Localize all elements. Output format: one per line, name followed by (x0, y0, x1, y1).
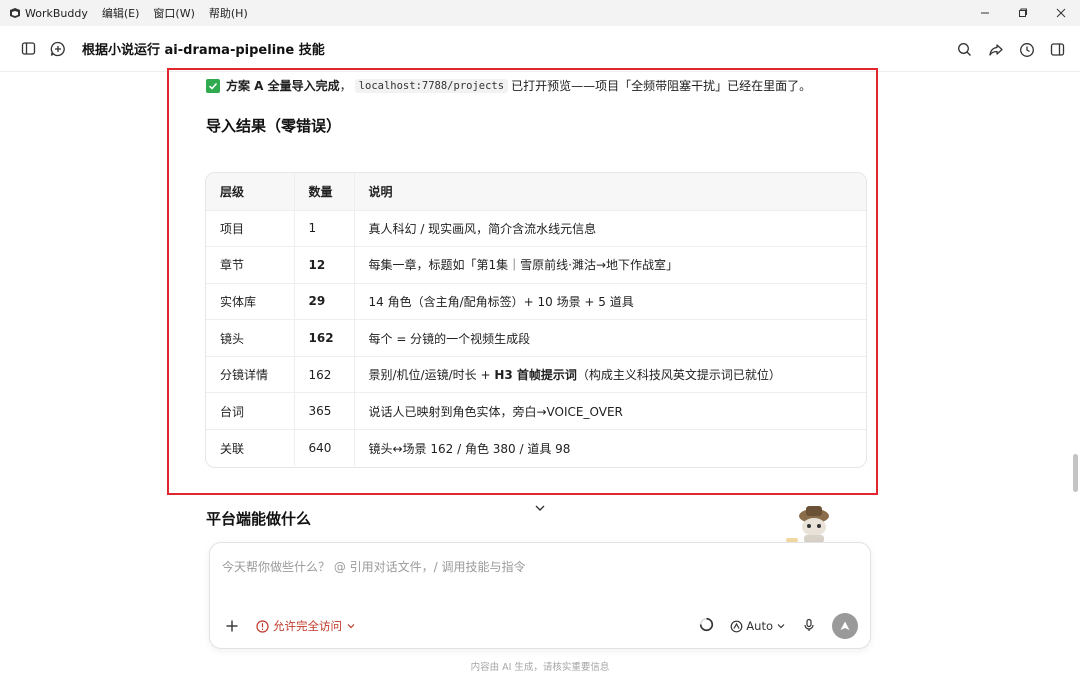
menu-bar: WorkBuddy 编辑(E) 窗口(W) 帮助(H) (0, 0, 1080, 26)
cell-level: 镜头 (206, 319, 295, 357)
mascot-image (782, 502, 842, 544)
cell-level: 关联 (206, 429, 295, 467)
checkmark-icon (206, 78, 220, 93)
cell-description: 每个 = 分镜的一个视频生成段 (354, 319, 866, 357)
plus-icon (226, 620, 238, 632)
model-icon (730, 620, 743, 632)
model-label: Auto (746, 619, 773, 633)
cell-count: 365 (294, 392, 355, 431)
status-message: 方案 A 全量导入完成 ， localhost:7788/projects 已打… (206, 77, 811, 94)
table-row: 章节 12 每集一章，标题如「第1集｜雪原前线·濉沽→地下作战室」 (206, 246, 866, 284)
spinner-icon (700, 617, 714, 631)
header: 根据小说运行 ai-drama-pipeline 技能 (0, 26, 1080, 72)
chevron-down-icon (347, 624, 355, 629)
cell-description-part: 景别/机位/运镜/时长 + (368, 368, 495, 383)
panel-toggle-button[interactable] (1049, 41, 1066, 58)
microphone-icon (804, 618, 814, 631)
model-selector[interactable]: Auto (730, 619, 786, 633)
status-comma: ， (339, 79, 352, 93)
table-header-row: 层级 数量 说明 (206, 173, 866, 211)
table-row: 关联 640 镜头↔场景 162 / 角色 380 / 道具 98 (206, 429, 866, 467)
chevron-down-icon (535, 505, 545, 511)
send-arrow-icon (840, 621, 850, 630)
message-composer[interactable]: 今天帮你做些什么？ @ 引用对话文件，/ 调用技能与指令 允许完全访问 Auto (209, 542, 871, 649)
preview-url[interactable]: localhost:7788/projects (354, 78, 509, 93)
cell-level: 章节 (206, 246, 295, 284)
full-access-label: 允许完全访问 (273, 619, 342, 633)
restore-button[interactable] (1004, 0, 1042, 26)
results-table: 层级 数量 说明 项目 1 真人科幻 / 现实画风，简介含流水线元信息 章节 1… (205, 172, 867, 468)
section-heading-results: 导入结果（零错误） (206, 117, 342, 135)
cell-description: 景别/机位/运镜/时长 + H3 首帧提示词（构成主义科技风英文提示词已就位） (354, 356, 866, 394)
app-name: WorkBuddy (25, 6, 88, 20)
voice-input-button[interactable] (802, 617, 816, 636)
chevron-down-icon (777, 624, 785, 629)
share-button[interactable] (987, 41, 1004, 58)
scroll-down-button[interactable] (533, 500, 547, 514)
warning-icon (256, 619, 269, 633)
cell-count: 162 (294, 319, 355, 357)
new-chat-icon (50, 41, 65, 56)
history-button[interactable] (1018, 41, 1035, 58)
page-title: 根据小说运行 ai-drama-pipeline 技能 (82, 43, 325, 58)
cell-description: 说话人已映射到角色实体，旁白→VOICE_OVER (354, 392, 866, 431)
cell-count: 162 (294, 356, 355, 394)
cell-level: 实体库 (206, 283, 295, 321)
add-attachment-button[interactable] (222, 616, 242, 636)
section-heading-platform: 平台端能做什么 (206, 510, 312, 528)
menu-window[interactable]: 窗口(W) (153, 5, 194, 21)
new-chat-button[interactable] (50, 41, 66, 57)
menu-help[interactable]: 帮助(H) (209, 5, 248, 21)
table-row: 分镜详情 162 景别/机位/运镜/时长 + H3 首帧提示词（构成主义科技风英… (206, 356, 866, 394)
table-row: 实体库 29 14 角色（含主角/配角标签）+ 10 场景 + 5 道具 (206, 283, 866, 321)
sidebar-icon (21, 42, 35, 55)
minimize-icon (981, 12, 989, 14)
cell-count: 640 (294, 429, 355, 467)
send-button[interactable] (832, 613, 858, 639)
cell-level: 项目 (206, 210, 295, 248)
close-window-button[interactable] (1042, 0, 1080, 26)
clock-icon (1019, 42, 1034, 57)
cell-count: 29 (294, 283, 355, 321)
cell-description-part: （构成主义科技风英文提示词已就位） (576, 368, 781, 383)
table-row: 镜头 162 每个 = 分镜的一个视频生成段 (206, 319, 866, 357)
minimize-button[interactable] (966, 0, 1004, 26)
panel-icon (1050, 43, 1065, 56)
status-strong: 方案 A 全量导入完成 (226, 79, 340, 93)
cell-level: 分镜详情 (206, 356, 295, 394)
close-icon (1056, 8, 1066, 18)
chat-content: 方案 A 全量导入完成 ， localhost:7788/projects 已打… (0, 68, 1080, 680)
cell-level: 台词 (206, 392, 295, 431)
loading-indicator (699, 617, 714, 636)
sidebar-toggle-button[interactable] (20, 41, 36, 57)
app-logo-icon (9, 7, 21, 19)
cell-description-bold: H3 首帧提示词 (494, 368, 577, 383)
cell-description: 镜头↔场景 162 / 角色 380 / 道具 98 (368, 441, 571, 456)
table-row: 台词 365 说话人已映射到角色实体，旁白→VOICE_OVER (206, 392, 866, 431)
cell-count: 1 (294, 210, 355, 248)
search-button[interactable] (956, 41, 973, 58)
share-icon (988, 43, 1003, 56)
menu-edit[interactable]: 编辑(E) (102, 5, 140, 21)
ai-disclaimer: 内容由 AI 生成，请核实重要信息 (470, 662, 610, 673)
restore-icon (1019, 8, 1027, 17)
table-row: 项目 1 真人科幻 / 现实画风，简介含流水线元信息 (206, 210, 866, 248)
full-access-toggle[interactable]: 允许完全访问 (256, 618, 356, 634)
cell-description: 每集一章，标题如「第1集｜雪原前线·濉沽→地下作战室」 (354, 246, 866, 284)
status-rest: 已打开预览——项目「全频带阻塞干扰」已经在里面了。 (511, 79, 812, 93)
scrollbar-thumb[interactable] (1073, 454, 1078, 492)
column-header-description: 说明 (354, 173, 866, 211)
composer-input[interactable]: 今天帮你做些什么？ @ 引用对话文件，/ 调用技能与指令 (222, 558, 526, 575)
search-icon (958, 43, 971, 56)
column-header-level: 层级 (206, 173, 295, 211)
cell-count: 12 (294, 246, 355, 284)
column-header-count: 数量 (294, 173, 355, 211)
cell-description: 真人科幻 / 现实画风，简介含流水线元信息 (354, 210, 866, 248)
cell-description: 14 角色（含主角/配角标签）+ 10 场景 + 5 道具 (354, 283, 866, 321)
